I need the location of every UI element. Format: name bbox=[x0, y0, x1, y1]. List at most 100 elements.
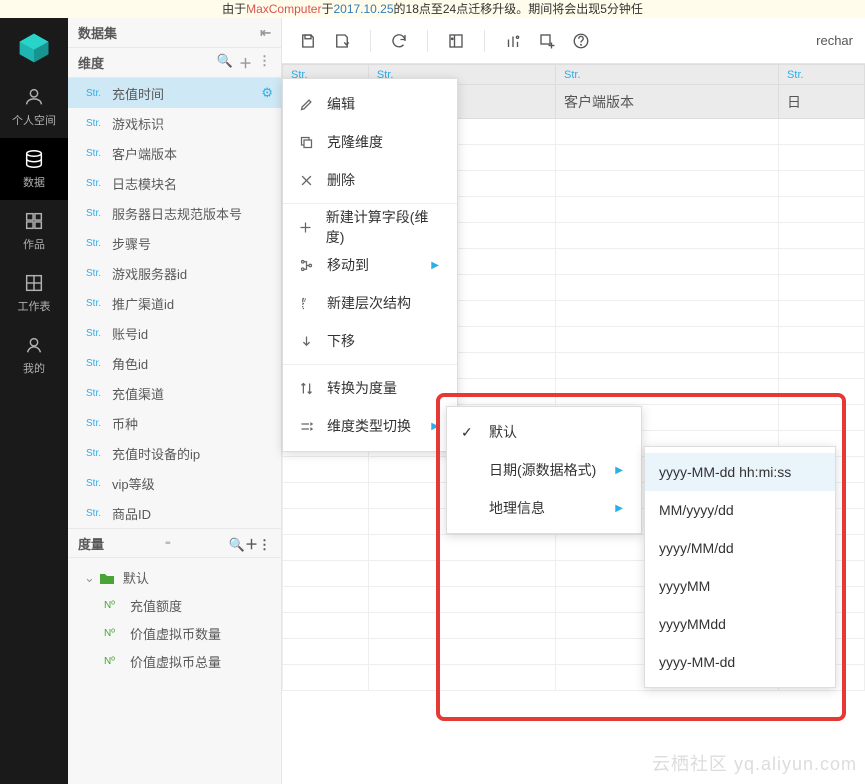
refresh-button[interactable] bbox=[385, 27, 413, 55]
menu-item[interactable]: 编辑 bbox=[283, 85, 457, 123]
measure-item[interactable]: Nº价值虚拟币数量 bbox=[68, 619, 281, 647]
measure-header: 度量 ▪▪▪▪▪ 🔍＋⋮ bbox=[68, 528, 281, 558]
cell[interactable] bbox=[779, 405, 865, 431]
cell[interactable] bbox=[779, 327, 865, 353]
nav-data[interactable]: 数据 bbox=[0, 138, 68, 200]
cell[interactable] bbox=[283, 613, 369, 639]
cell[interactable] bbox=[779, 119, 865, 145]
cell[interactable] bbox=[283, 561, 369, 587]
menu-item[interactable]: 维度类型切换▶ bbox=[283, 407, 457, 445]
measure-folder[interactable]: ⌄ 默认 bbox=[68, 564, 281, 591]
cell[interactable] bbox=[556, 197, 779, 223]
cell[interactable] bbox=[779, 301, 865, 327]
cell[interactable] bbox=[779, 353, 865, 379]
dimension-item[interactable]: Str.游戏标识 bbox=[68, 108, 281, 138]
dimension-item[interactable]: Str.充值渠道 bbox=[68, 378, 281, 408]
menu-item[interactable]: 删除 bbox=[283, 161, 457, 199]
menu-item[interactable]: 转换为度量 bbox=[283, 369, 457, 407]
dimension-item[interactable]: Str.客户端版本 bbox=[68, 138, 281, 168]
cell[interactable] bbox=[556, 223, 779, 249]
dimension-item[interactable]: Str.充值时设备的ip bbox=[68, 438, 281, 468]
column-header[interactable]: 日 bbox=[779, 85, 865, 119]
cell[interactable] bbox=[368, 613, 555, 639]
cell[interactable] bbox=[368, 561, 555, 587]
more-icon[interactable]: ⋮ bbox=[258, 53, 271, 72]
help-button[interactable] bbox=[567, 27, 595, 55]
nav-worksheet[interactable]: 工作表 bbox=[0, 262, 68, 324]
save-as-button[interactable] bbox=[328, 27, 356, 55]
cell[interactable] bbox=[283, 587, 369, 613]
nav-mine[interactable]: 我的 bbox=[0, 324, 68, 386]
cell[interactable] bbox=[283, 535, 369, 561]
cell[interactable] bbox=[779, 223, 865, 249]
dimension-item[interactable]: Str.推广渠道id bbox=[68, 288, 281, 318]
menu-item[interactable]: 下移 bbox=[283, 322, 457, 360]
cell[interactable] bbox=[779, 171, 865, 197]
cell[interactable] bbox=[368, 639, 555, 665]
add-block-button[interactable] bbox=[533, 27, 561, 55]
menu-item[interactable]: yyyy-MM-dd bbox=[645, 643, 835, 681]
cell[interactable] bbox=[779, 275, 865, 301]
cell[interactable] bbox=[283, 457, 369, 483]
search-icon[interactable]: 🔍 bbox=[229, 537, 245, 552]
measure-item[interactable]: Nº充值额度 bbox=[68, 591, 281, 619]
menu-item[interactable]: yyyy/MM/dd bbox=[645, 529, 835, 567]
cell[interactable] bbox=[779, 249, 865, 275]
add-icon[interactable]: ＋ bbox=[239, 53, 252, 72]
dimension-item[interactable]: Str.币种 bbox=[68, 408, 281, 438]
menu-item[interactable]: 新建层次结构 bbox=[283, 284, 457, 322]
menu-item[interactable]: 新建计算字段(维度) bbox=[283, 208, 457, 246]
cell[interactable] bbox=[556, 249, 779, 275]
cell[interactable] bbox=[368, 665, 555, 691]
search-icon[interactable]: 🔍 bbox=[217, 53, 233, 72]
nav-works[interactable]: 作品 bbox=[0, 200, 68, 262]
dimension-item[interactable]: Str.商品ID bbox=[68, 498, 281, 528]
column-header[interactable]: 客户端版本 bbox=[556, 85, 779, 119]
cell[interactable] bbox=[556, 275, 779, 301]
cell[interactable] bbox=[779, 197, 865, 223]
cell[interactable] bbox=[556, 301, 779, 327]
cell[interactable] bbox=[283, 483, 369, 509]
dataset-config-icon[interactable]: ⇤ bbox=[260, 25, 271, 41]
cell[interactable] bbox=[556, 145, 779, 171]
menu-item[interactable]: MM/yyyy/dd bbox=[645, 491, 835, 529]
dimension-item[interactable]: Str.角色id bbox=[68, 348, 281, 378]
dimension-item[interactable]: Str.步骤号 bbox=[68, 228, 281, 258]
cell[interactable] bbox=[556, 327, 779, 353]
resize-grip-icon[interactable]: ▪▪▪▪▪ bbox=[165, 538, 168, 549]
menu-item[interactable]: 日期(源数据格式)▶ bbox=[447, 451, 641, 489]
more-icon[interactable]: ⋮ bbox=[258, 537, 271, 552]
cell[interactable] bbox=[556, 379, 779, 405]
dimension-item[interactable]: Str.日志模块名 bbox=[68, 168, 281, 198]
cell[interactable] bbox=[368, 535, 555, 561]
dimension-item[interactable]: Str.vip等级 bbox=[68, 468, 281, 498]
save-button[interactable] bbox=[294, 27, 322, 55]
dimension-item[interactable]: Str.游戏服务器id bbox=[68, 258, 281, 288]
menu-item[interactable]: yyyyMMdd bbox=[645, 605, 835, 643]
dimension-item[interactable]: Str.充值时间⚙ bbox=[68, 78, 281, 108]
chart-button[interactable] bbox=[499, 27, 527, 55]
dimension-type-submenu: ✓默认日期(源数据格式)▶地理信息▶ bbox=[446, 406, 642, 534]
menu-item[interactable]: 移动到▶ bbox=[283, 246, 457, 284]
cell[interactable] bbox=[283, 639, 369, 665]
menu-item[interactable]: 克隆维度 bbox=[283, 123, 457, 161]
menu-item[interactable]: yyyyMM bbox=[645, 567, 835, 605]
cell[interactable] bbox=[556, 353, 779, 379]
menu-item[interactable]: 地理信息▶ bbox=[447, 489, 641, 527]
menu-item[interactable]: ✓默认 bbox=[447, 413, 641, 451]
menu-item[interactable]: yyyy-MM-dd hh:mi:ss bbox=[645, 453, 835, 491]
dimension-item[interactable]: Str.账号id bbox=[68, 318, 281, 348]
cell[interactable] bbox=[556, 171, 779, 197]
dimension-item[interactable]: Str.服务器日志规范版本号 bbox=[68, 198, 281, 228]
cell[interactable] bbox=[283, 665, 369, 691]
cell[interactable] bbox=[779, 379, 865, 405]
settings-panel-button[interactable] bbox=[442, 27, 470, 55]
nav-personal[interactable]: 个人空间 bbox=[0, 76, 68, 138]
cell[interactable] bbox=[283, 509, 369, 535]
cell[interactable] bbox=[779, 145, 865, 171]
cell[interactable] bbox=[368, 587, 555, 613]
cell[interactable] bbox=[556, 119, 779, 145]
measure-item[interactable]: Nº价值虚拟币总量 bbox=[68, 647, 281, 675]
gear-icon[interactable]: ⚙ bbox=[261, 85, 273, 101]
add-icon[interactable]: ＋ bbox=[245, 537, 258, 552]
